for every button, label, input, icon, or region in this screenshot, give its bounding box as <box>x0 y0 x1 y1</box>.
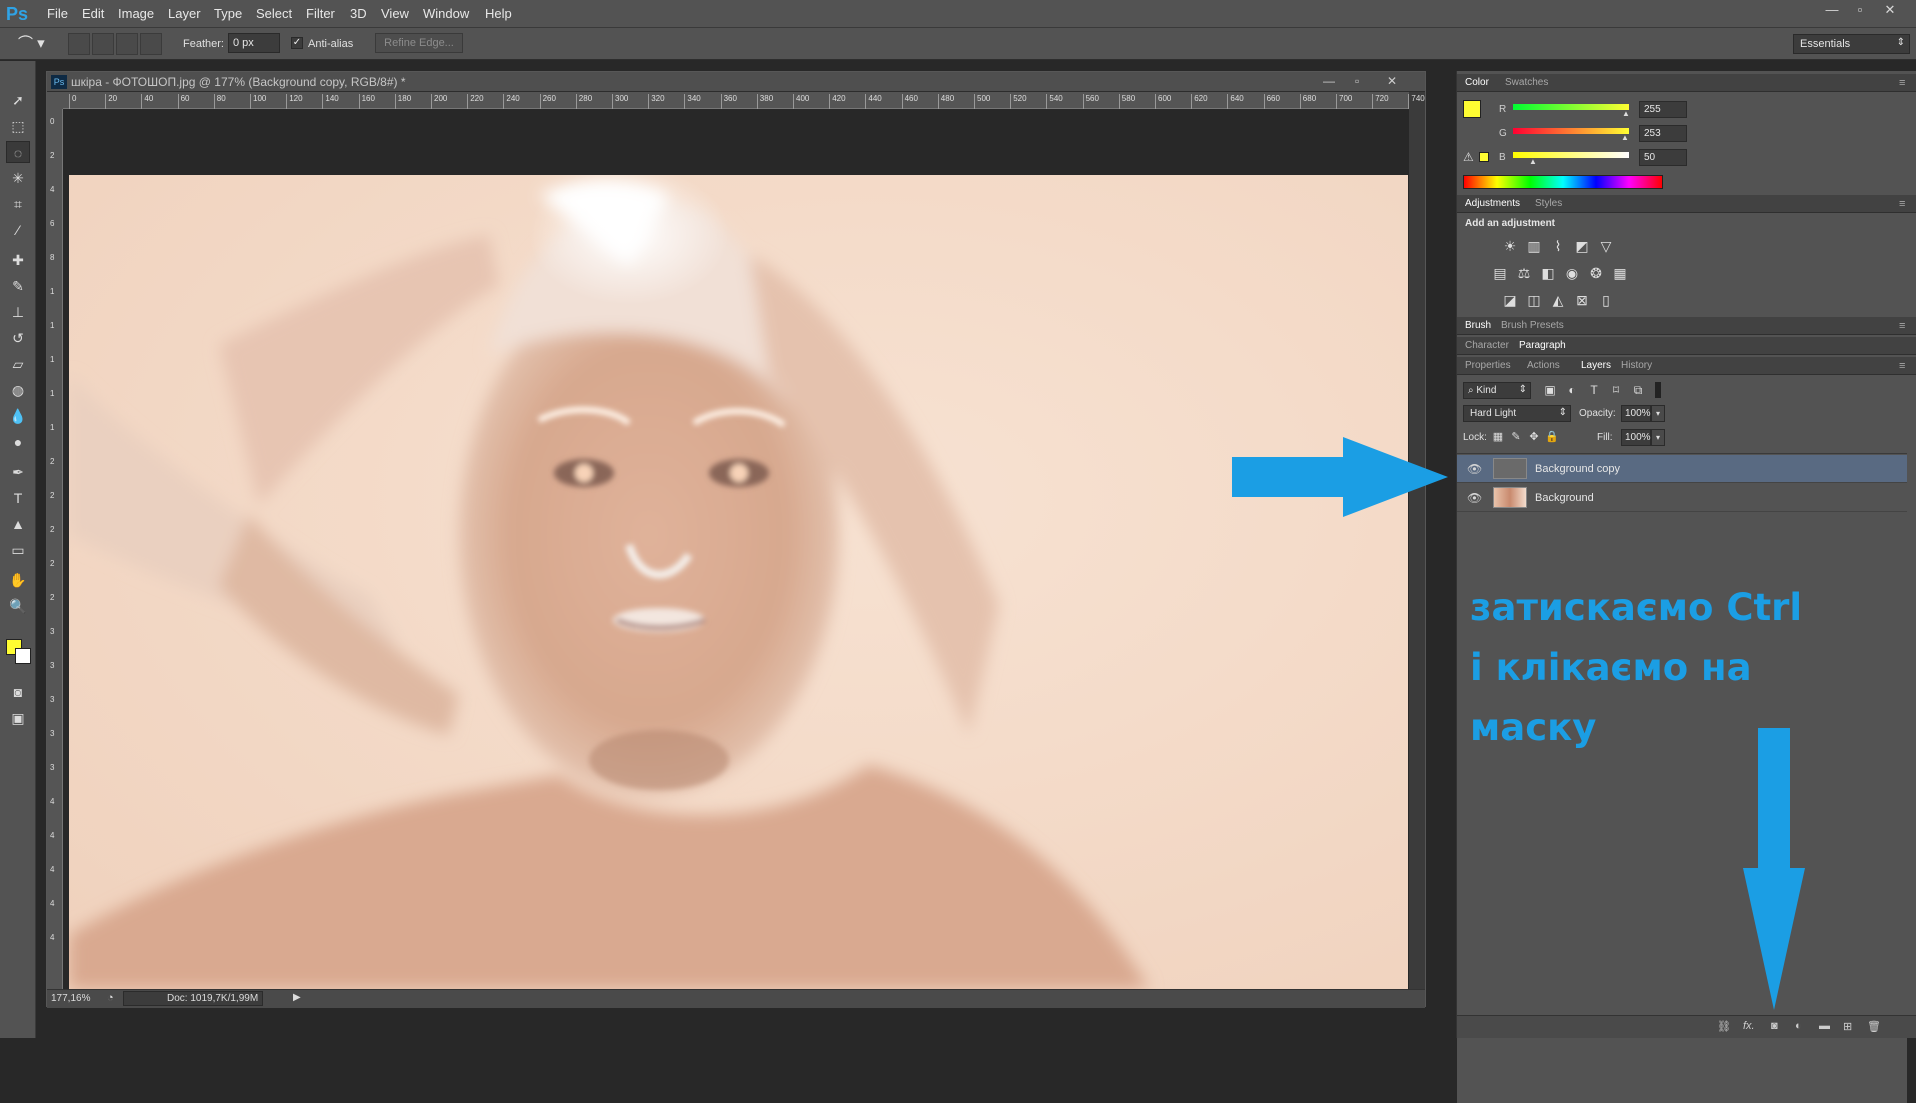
arrow-down-icon <box>1743 728 1805 1010</box>
annotation-line-2: і клікаємо на <box>1470 646 1752 689</box>
arrow-right-icon <box>1232 437 1448 517</box>
annotation-line-1: затискаємо Ctrl <box>1470 586 1803 629</box>
annotation-arrows <box>1232 437 1805 1010</box>
annotation-line-3: маску <box>1470 706 1597 749</box>
